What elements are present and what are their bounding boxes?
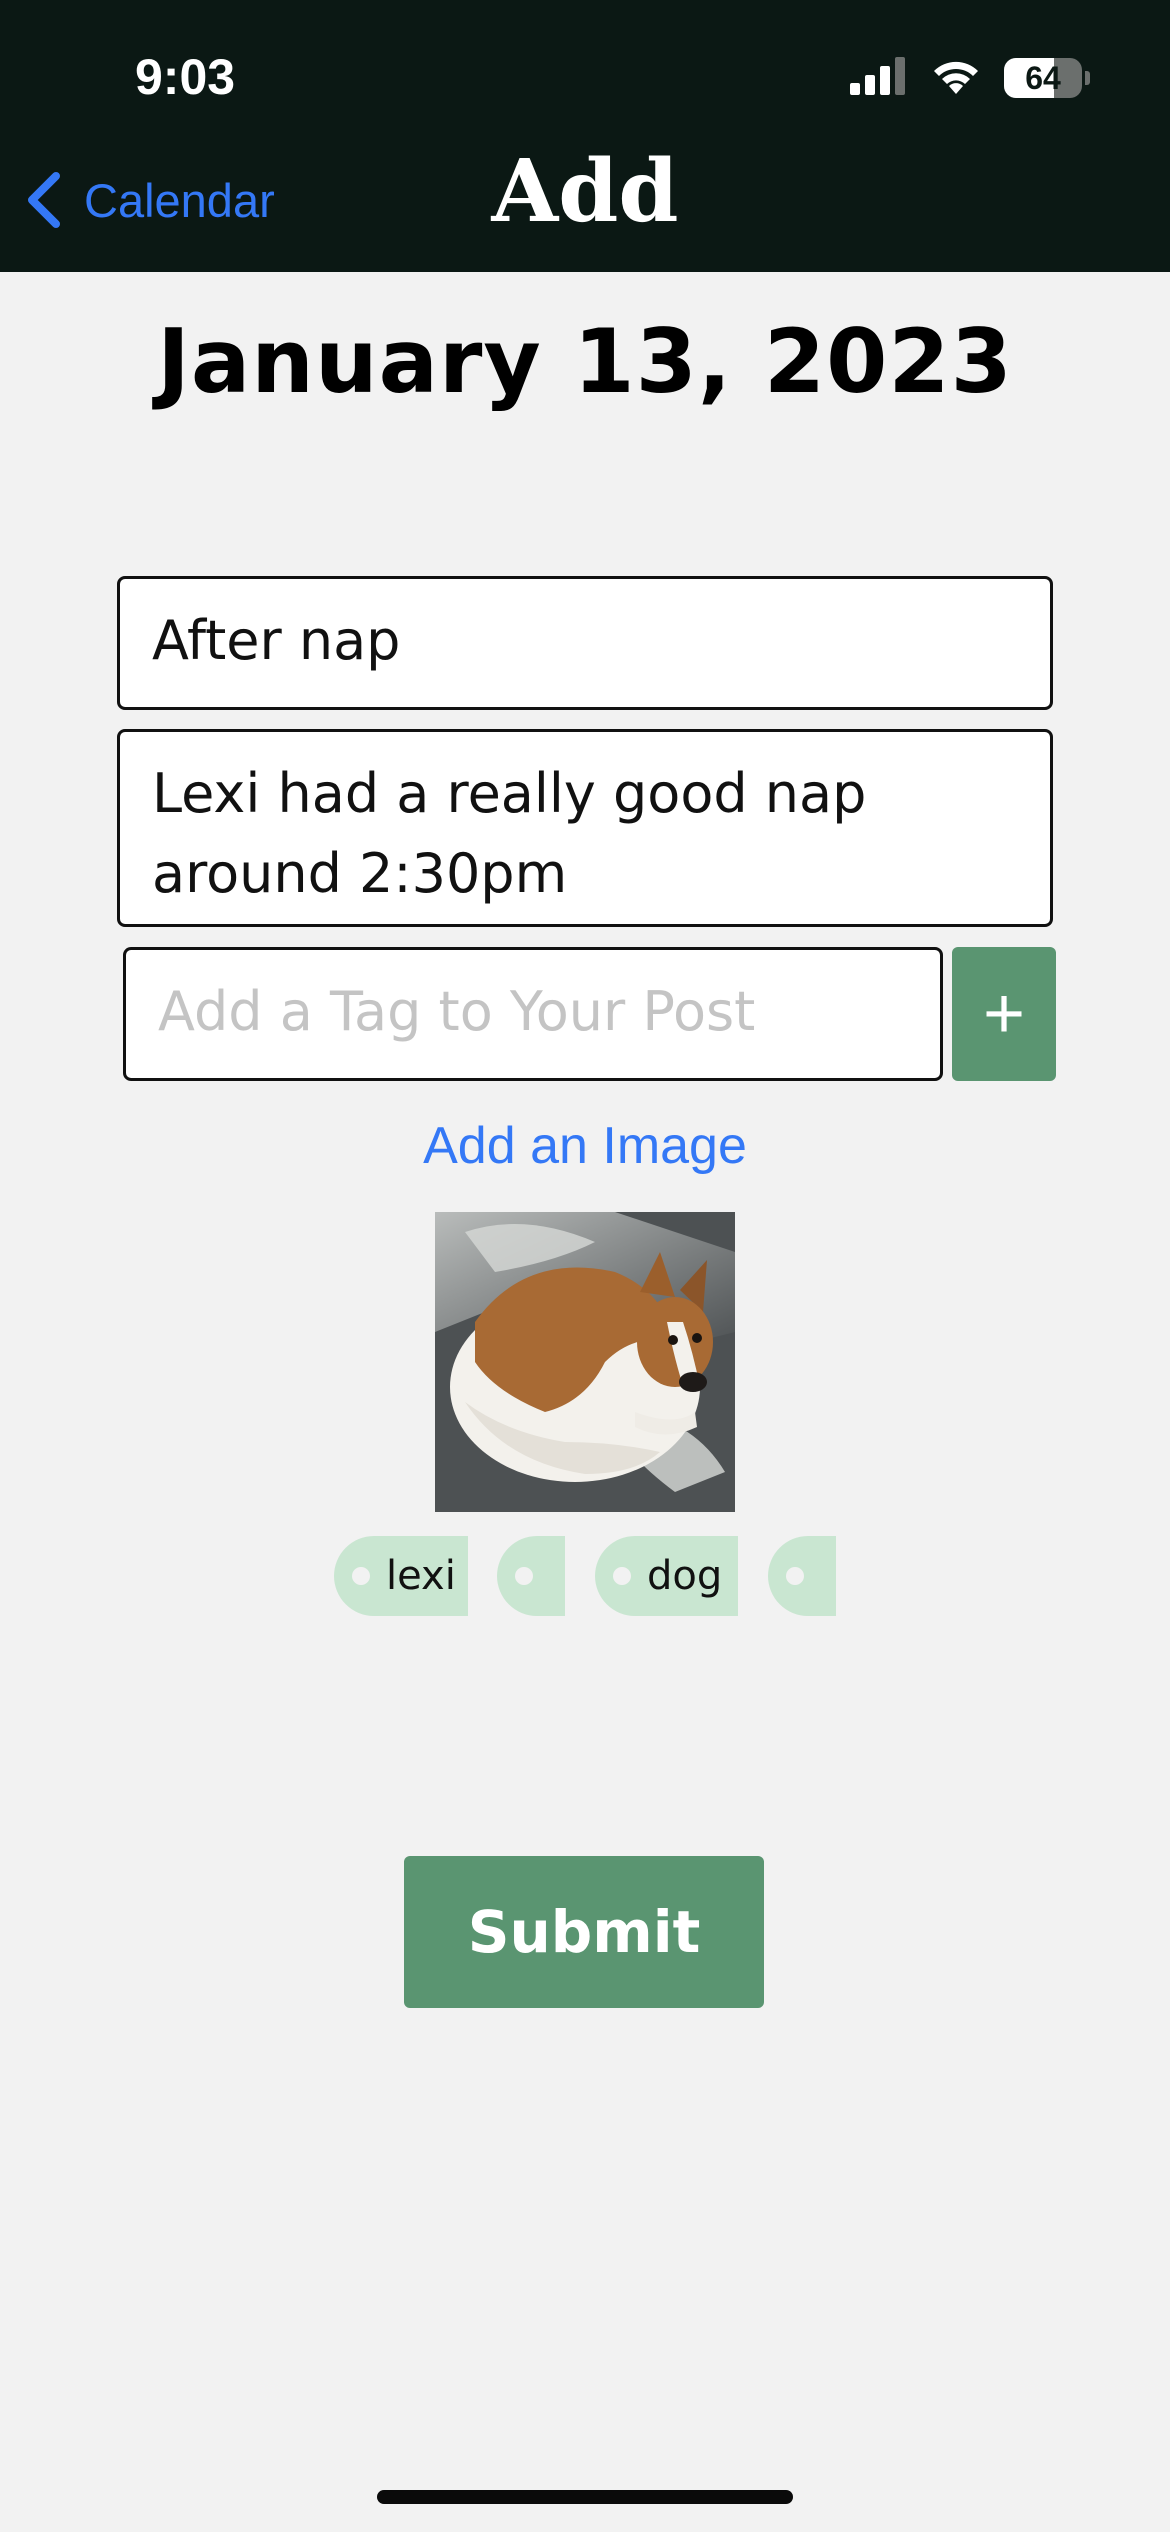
home-indicator[interactable] [377,2490,793,2504]
tags-list: lexi dog [0,1536,1170,1616]
date-heading: January 13, 2023 [157,310,1013,413]
tag-chip[interactable] [768,1536,836,1616]
page-title: Add [491,141,679,242]
tag-dot-icon [613,1567,631,1585]
tag-chip[interactable] [497,1536,565,1616]
tag-label: dog [647,1553,723,1599]
wifi-icon [930,56,982,101]
tag-chip[interactable]: lexi [334,1536,468,1616]
status-time: 9:03 [135,49,236,105]
status-icons: 64 [850,56,1090,100]
battery-icon: 64 [1004,58,1082,98]
add-tag-button[interactable]: + [952,947,1056,1081]
post-image [435,1212,735,1512]
title-input[interactable]: After nap [117,576,1053,710]
description-input[interactable]: Lexi had a really good nap around 2:30pm [117,729,1053,927]
header-bar: 9:03 64 Calendar Add [0,0,1170,272]
cellular-signal-icon [850,56,908,100]
tag-dot-icon [352,1567,370,1585]
tag-label: lexi [386,1553,456,1599]
add-image-button[interactable]: Add an Image [0,1116,1170,1176]
tag-chip[interactable]: dog [595,1536,738,1616]
tag-dot-icon [515,1567,533,1585]
tag-dot-icon [786,1567,804,1585]
tag-input[interactable]: Add a Tag to Your Post [123,947,943,1081]
plus-icon: + [982,974,1026,1054]
submit-label: Submit [467,1898,701,1966]
submit-button[interactable]: Submit [404,1856,764,2008]
battery-percent: 64 [1025,59,1061,96]
